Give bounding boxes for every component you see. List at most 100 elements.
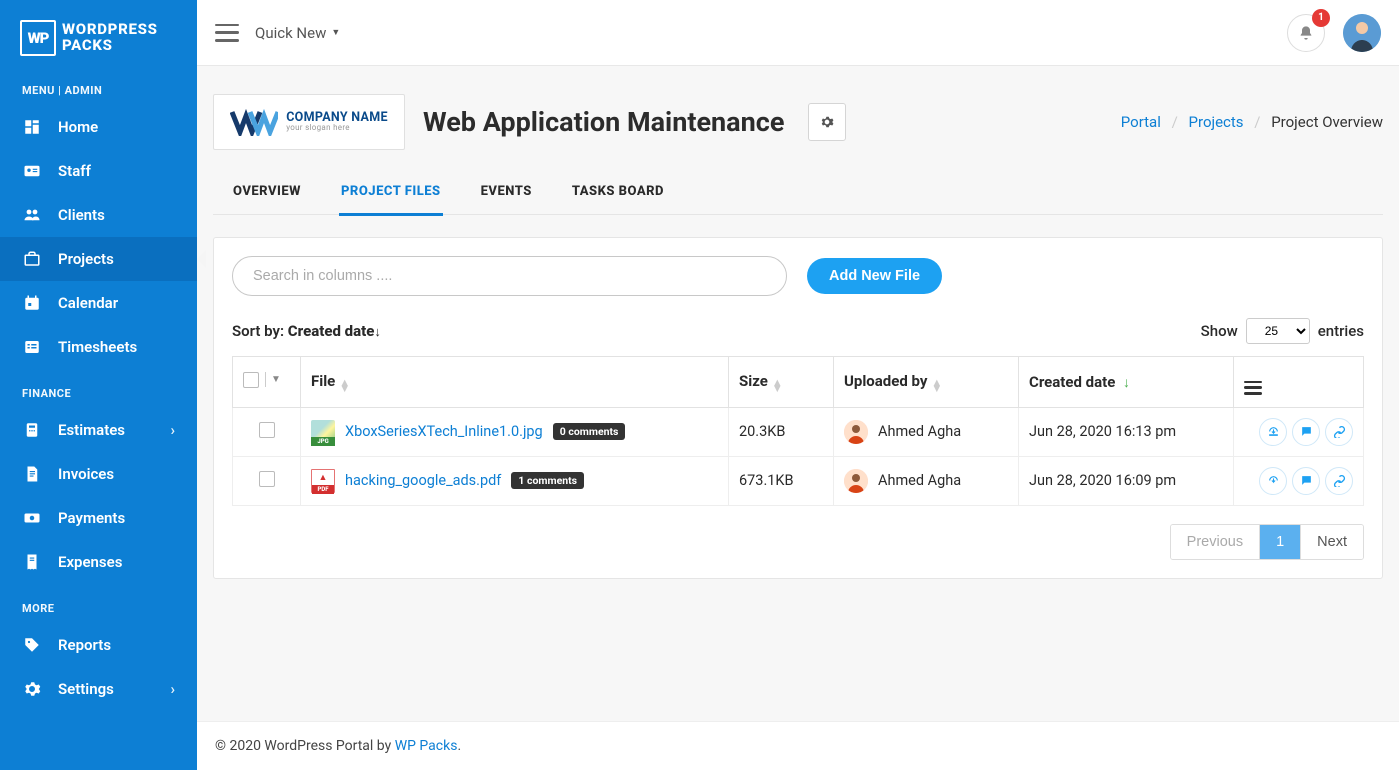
sidebar-item-clients[interactable]: Clients <box>0 193 197 237</box>
sidebar-item-home[interactable]: Home <box>0 105 197 149</box>
menu-toggle-button[interactable] <box>215 24 239 42</box>
show-label: Show <box>1201 322 1238 340</box>
tab-events[interactable]: EVENTS <box>479 174 534 214</box>
quick-new-dropdown[interactable]: Quick New ▼ <box>255 24 340 42</box>
files-card: Add New File Sort by: Created date↓ Show… <box>213 237 1383 579</box>
comment-button[interactable] <box>1292 467 1320 495</box>
select-all-checkbox[interactable] <box>243 372 259 388</box>
download-button[interactable] <box>1259 467 1287 495</box>
file-link[interactable]: XboxSeriesXTech_Inline1.0.jpg <box>345 423 543 440</box>
footer: © 2020 WordPress Portal by WP Packs. <box>197 721 1399 770</box>
footer-link[interactable]: WP Packs <box>395 738 458 754</box>
users-icon <box>22 205 42 225</box>
col-created-date[interactable]: Created date ↓ <box>1019 357 1234 408</box>
link-button[interactable] <box>1325 418 1353 446</box>
sidebar-item-label: Home <box>58 118 98 136</box>
brand-mark: WP <box>20 20 56 56</box>
pager-next[interactable]: Next <box>1300 525 1363 559</box>
sidebar-section-admin: MENU | ADMIN <box>0 66 197 105</box>
pagination: Previous 1 Next <box>232 524 1364 560</box>
sidebar-item-label: Staff <box>58 162 91 180</box>
col-size[interactable]: Size▲▼ <box>729 357 834 408</box>
uploader-avatar <box>844 420 868 444</box>
sidebar-item-label: Calendar <box>58 294 118 312</box>
sidebar-item-label: Clients <box>58 206 105 224</box>
col-uploaded-by[interactable]: Uploaded by▲▼ <box>834 357 1019 408</box>
timesheet-icon <box>22 337 42 357</box>
col-actions[interactable] <box>1234 357 1364 408</box>
breadcrumb: Portal / Projects / Project Overview <box>1121 113 1383 131</box>
briefcase-icon <box>22 249 42 269</box>
calculator-icon <box>22 420 42 440</box>
tab-tasks-board[interactable]: TASKS BOARD <box>570 174 666 214</box>
breadcrumb-current: Project Overview <box>1271 113 1383 131</box>
sidebar-item-projects[interactable]: Projects <box>0 237 197 281</box>
sort-icon: ▲▼ <box>339 380 350 392</box>
bell-icon <box>1298 25 1314 41</box>
sidebar-item-invoices[interactable]: Invoices <box>0 452 197 496</box>
quick-new-label: Quick New <box>255 24 326 42</box>
sort-icon: ▲▼ <box>931 380 942 392</box>
sidebar-item-payments[interactable]: Payments <box>0 496 197 540</box>
cell-size: 20.3KB <box>729 407 834 456</box>
uploader-avatar <box>844 469 868 493</box>
table-row: JPG XboxSeriesXTech_Inline1.0.jpg 0 comm… <box>233 407 1364 456</box>
avatar-icon <box>1343 14 1381 52</box>
comment-button[interactable] <box>1292 418 1320 446</box>
entries-suffix: entries <box>1318 322 1364 340</box>
sidebar-item-label: Settings <box>58 680 114 698</box>
entries-select[interactable]: 25 <box>1246 318 1310 344</box>
page-settings-button[interactable] <box>808 103 846 141</box>
select-all-caret[interactable]: ▼ <box>265 372 286 387</box>
file-link[interactable]: hacking_google_ads.pdf <box>345 472 501 489</box>
sidebar-item-label: Estimates <box>58 421 125 439</box>
user-avatar[interactable] <box>1343 14 1381 52</box>
download-button[interactable] <box>1259 418 1287 446</box>
comments-badge[interactable]: 1 comments <box>511 472 584 489</box>
sidebar-item-label: Invoices <box>58 465 114 483</box>
tabs: OVERVIEW PROJECT FILES EVENTS TASKS BOAR… <box>213 174 1383 215</box>
tab-project-files[interactable]: PROJECT FILES <box>339 174 443 216</box>
cell-created: Jun 28, 2020 16:13 pm <box>1019 407 1234 456</box>
comment-icon <box>1300 474 1313 487</box>
sidebar-item-estimates[interactable]: Estimates › <box>0 408 197 452</box>
id-card-icon <box>22 161 42 181</box>
link-button[interactable] <box>1325 467 1353 495</box>
brand-logo[interactable]: WP WORDPRESS PACKS <box>0 12 197 66</box>
row-checkbox[interactable] <box>259 471 275 487</box>
breadcrumb-projects[interactable]: Projects <box>1189 113 1244 131</box>
filetype-jpg-icon: JPG <box>311 420 335 444</box>
row-checkbox[interactable] <box>259 422 275 438</box>
sidebar: WP WORDPRESS PACKS MENU | ADMIN Home Sta… <box>0 0 197 770</box>
gear-icon <box>820 115 834 129</box>
sidebar-item-label: Expenses <box>58 553 122 571</box>
sidebar-item-settings[interactable]: Settings › <box>0 667 197 711</box>
gear-icon <box>22 679 42 699</box>
chevron-right-icon: › <box>170 421 175 439</box>
sidebar-item-reports[interactable]: Reports <box>0 623 197 667</box>
sidebar-item-staff[interactable]: Staff <box>0 149 197 193</box>
add-new-file-button[interactable]: Add New File <box>807 258 942 294</box>
money-icon <box>22 508 42 528</box>
tab-overview[interactable]: OVERVIEW <box>231 174 303 214</box>
sidebar-item-calendar[interactable]: Calendar <box>0 281 197 325</box>
sidebar-item-timesheets[interactable]: Timesheets <box>0 325 197 369</box>
uploader-name: Ahmed Agha <box>878 423 961 440</box>
sidebar-item-label: Projects <box>58 250 114 268</box>
pager-prev[interactable]: Previous <box>1171 525 1259 559</box>
link-icon <box>1333 474 1346 487</box>
sort-by-label[interactable]: Sort by: Created date↓ <box>232 322 381 340</box>
home-icon <box>22 117 42 137</box>
breadcrumb-portal[interactable]: Portal <box>1121 113 1161 131</box>
notifications-button[interactable]: 1 <box>1287 14 1325 52</box>
sidebar-item-expenses[interactable]: Expenses <box>0 540 197 584</box>
company-logo: COMPANY NAME your slogan here <box>213 94 405 150</box>
pager-page-1[interactable]: 1 <box>1259 525 1300 559</box>
company-mark-icon <box>230 108 278 136</box>
search-input[interactable] <box>232 256 787 296</box>
download-icon <box>1267 425 1280 438</box>
tag-icon <box>22 635 42 655</box>
comments-badge[interactable]: 0 comments <box>553 423 626 440</box>
col-file[interactable]: File▲▼ <box>301 357 729 408</box>
sidebar-item-label: Reports <box>58 636 111 654</box>
